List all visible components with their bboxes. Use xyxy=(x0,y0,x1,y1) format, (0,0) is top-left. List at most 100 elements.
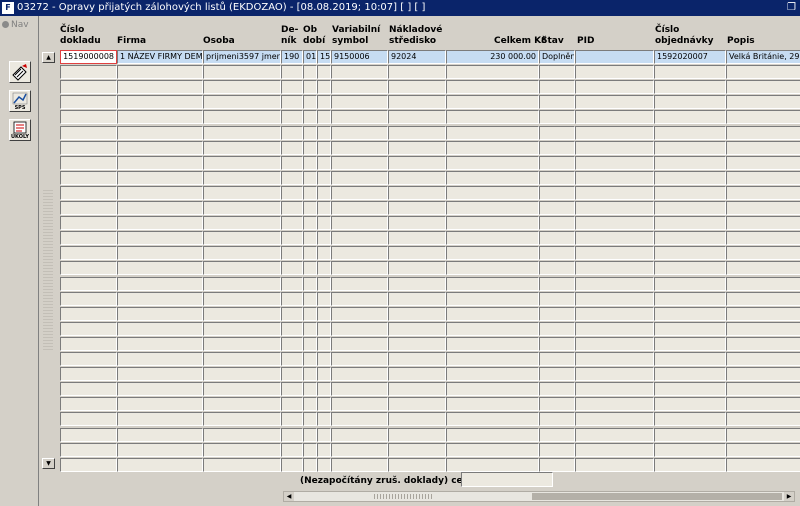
sps-button[interactable]: SPS xyxy=(9,90,31,112)
cell-stav[interactable] xyxy=(539,246,575,260)
cell-nakladove-stredisko[interactable] xyxy=(388,412,446,426)
cell-popis[interactable] xyxy=(726,352,800,366)
horizontal-scrollbar[interactable]: ◀ ▶ xyxy=(283,491,795,502)
cell-nakladove-stredisko[interactable] xyxy=(388,382,446,396)
cell-obdobi[interactable] xyxy=(303,110,317,124)
cell-popis[interactable] xyxy=(726,141,800,155)
cell-cislo-dokladu[interactable] xyxy=(60,397,117,411)
cell-obdobi[interactable] xyxy=(303,428,317,442)
cell-variabilni-symbol[interactable] xyxy=(331,171,388,185)
cell-stav[interactable] xyxy=(539,216,575,230)
cell-osoba[interactable] xyxy=(203,292,281,306)
cell-cislo-dokladu[interactable] xyxy=(60,458,117,472)
cell-pid[interactable] xyxy=(575,277,654,291)
cell-stav[interactable] xyxy=(539,141,575,155)
cell-cislo-objednavky[interactable] xyxy=(654,367,726,381)
cell-firma[interactable] xyxy=(117,382,203,396)
cell-firma[interactable] xyxy=(117,126,203,140)
cell-variabilni-symbol[interactable] xyxy=(331,458,388,472)
cell-stav[interactable] xyxy=(539,201,575,215)
cell-firma[interactable] xyxy=(117,186,203,200)
cell-cislo-dokladu[interactable] xyxy=(60,337,117,351)
cell-celkem-kc[interactable] xyxy=(446,186,539,200)
cell-osoba[interactable] xyxy=(203,201,281,215)
cell-popis[interactable] xyxy=(726,277,800,291)
cell-cislo-dokladu[interactable] xyxy=(60,216,117,230)
cell-obdobi[interactable] xyxy=(303,307,317,321)
cell-firma[interactable] xyxy=(117,201,203,215)
cell-cislo-dokladu[interactable] xyxy=(60,443,117,457)
cell-variabilni-symbol[interactable] xyxy=(331,292,388,306)
cell-obdobi[interactable] xyxy=(303,216,317,230)
cell-denik[interactable] xyxy=(281,186,303,200)
cell-cislo-dokladu[interactable] xyxy=(60,322,117,336)
cell-obdobi[interactable] xyxy=(303,156,317,170)
cell-cislo-dokladu[interactable] xyxy=(60,428,117,442)
cell-popis[interactable]: Velká Británie, 29. xyxy=(726,50,800,64)
cell-cislo-objednavky[interactable] xyxy=(654,156,726,170)
cell-variabilni-symbol[interactable] xyxy=(331,231,388,245)
cell-pid[interactable] xyxy=(575,65,654,79)
cell-denik[interactable] xyxy=(281,292,303,306)
cell-cislo-objednavky[interactable] xyxy=(654,337,726,351)
cell-denik[interactable] xyxy=(281,458,303,472)
cell-cislo-objednavky[interactable] xyxy=(654,216,726,230)
cell-firma[interactable] xyxy=(117,367,203,381)
cell-osoba[interactable] xyxy=(203,352,281,366)
cell-c6[interactable] xyxy=(317,277,331,291)
cell-pid[interactable] xyxy=(575,443,654,457)
cell-stav[interactable] xyxy=(539,367,575,381)
cell-celkem-kc[interactable] xyxy=(446,141,539,155)
cell-obdobi[interactable] xyxy=(303,337,317,351)
cell-c6[interactable] xyxy=(317,156,331,170)
cell-variabilni-symbol[interactable] xyxy=(331,110,388,124)
cell-cislo-objednavky[interactable] xyxy=(654,458,726,472)
cell-popis[interactable] xyxy=(726,428,800,442)
scroll-down-icon[interactable]: ▼ xyxy=(42,458,55,469)
cell-denik[interactable] xyxy=(281,367,303,381)
cell-c6[interactable] xyxy=(317,382,331,396)
cell-celkem-kc[interactable] xyxy=(446,277,539,291)
cell-stav[interactable] xyxy=(539,397,575,411)
cell-c6[interactable] xyxy=(317,397,331,411)
cell-stav[interactable] xyxy=(539,322,575,336)
cell-nakladove-stredisko[interactable] xyxy=(388,186,446,200)
cell-c6[interactable]: 15 xyxy=(317,50,331,64)
cell-denik[interactable] xyxy=(281,110,303,124)
cell-nakladove-stredisko[interactable] xyxy=(388,156,446,170)
cell-denik[interactable] xyxy=(281,126,303,140)
cell-firma[interactable] xyxy=(117,443,203,457)
cell-celkem-kc[interactable] xyxy=(446,458,539,472)
cell-c6[interactable] xyxy=(317,307,331,321)
cell-nakladove-stredisko[interactable] xyxy=(388,307,446,321)
cell-denik[interactable] xyxy=(281,80,303,94)
cell-nakladove-stredisko[interactable] xyxy=(388,322,446,336)
cell-cislo-objednavky[interactable] xyxy=(654,352,726,366)
cell-cislo-dokladu[interactable] xyxy=(60,307,117,321)
cell-c6[interactable] xyxy=(317,65,331,79)
cell-c6[interactable] xyxy=(317,428,331,442)
cell-osoba[interactable] xyxy=(203,277,281,291)
cell-celkem-kc[interactable]: 230 000.00 xyxy=(446,50,539,64)
cell-firma[interactable] xyxy=(117,277,203,291)
cell-variabilni-symbol[interactable] xyxy=(331,352,388,366)
cell-popis[interactable] xyxy=(726,397,800,411)
cell-obdobi[interactable] xyxy=(303,292,317,306)
cell-popis[interactable] xyxy=(726,126,800,140)
cell-firma[interactable] xyxy=(117,95,203,109)
cell-obdobi[interactable] xyxy=(303,231,317,245)
cell-celkem-kc[interactable] xyxy=(446,412,539,426)
cell-osoba[interactable] xyxy=(203,382,281,396)
cell-pid[interactable] xyxy=(575,171,654,185)
cell-cislo-dokladu[interactable] xyxy=(60,277,117,291)
cell-c6[interactable] xyxy=(317,216,331,230)
cell-celkem-kc[interactable] xyxy=(446,171,539,185)
cell-denik[interactable] xyxy=(281,201,303,215)
cell-firma[interactable] xyxy=(117,261,203,275)
cell-celkem-kc[interactable] xyxy=(446,292,539,306)
cell-nakladove-stredisko[interactable] xyxy=(388,216,446,230)
cell-celkem-kc[interactable] xyxy=(446,322,539,336)
cell-popis[interactable] xyxy=(726,95,800,109)
cell-popis[interactable] xyxy=(726,458,800,472)
cell-variabilni-symbol[interactable] xyxy=(331,126,388,140)
